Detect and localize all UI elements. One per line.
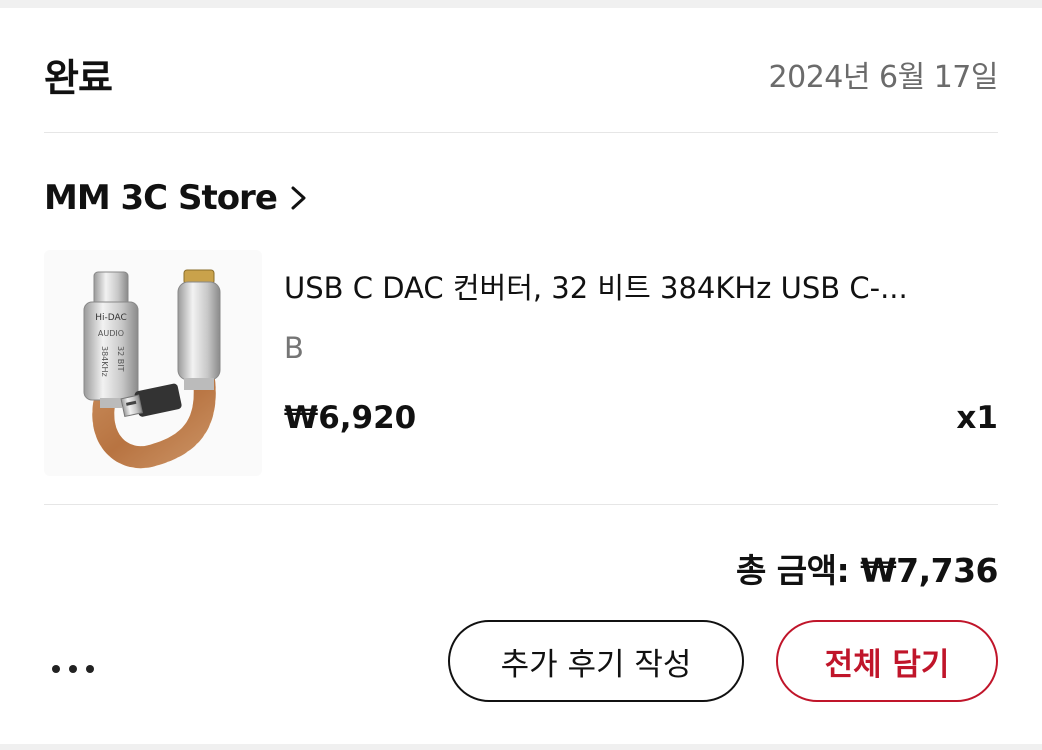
product-quantity: x1 bbox=[956, 400, 998, 436]
store-link[interactable]: MM 3C Store bbox=[44, 170, 311, 226]
add-all-to-cart-button[interactable]: 전체 담기 bbox=[776, 620, 998, 702]
dot bbox=[86, 665, 94, 673]
write-additional-review-button[interactable]: 추가 후기 작성 bbox=[448, 620, 744, 702]
product-price: ₩6,920 bbox=[284, 400, 417, 436]
divider bbox=[44, 504, 998, 505]
order-status: 완료 bbox=[44, 55, 113, 100]
store-name: MM 3C Store bbox=[44, 178, 278, 218]
product-title[interactable]: USB C DAC 컨버터, 32 비트 384KHz USB C-... bbox=[284, 266, 998, 310]
adapter-brand-text: Hi-DAC bbox=[95, 313, 127, 323]
order-date: 2024년 6월 17일 bbox=[768, 60, 999, 95]
dot bbox=[52, 665, 60, 673]
product-option: B bbox=[284, 331, 304, 365]
usb-c-dac-adapter-image: Hi-DAC AUDIO 384KHz 32 BIT bbox=[83, 269, 221, 469]
total-amount: 총 금액: ₩7,736 bbox=[735, 551, 999, 590]
chevron-right-icon bbox=[291, 186, 306, 210]
adapter-audio-text: AUDIO bbox=[98, 329, 124, 338]
product-image[interactable]: Hi-DAC AUDIO 384KHz 32 BIT bbox=[44, 250, 262, 476]
order-card: 완료 2024년 6월 17일 MM 3C Store Hi-DAC AUDIO… bbox=[0, 8, 1042, 744]
adapter-bits-text: 32 BIT bbox=[116, 346, 125, 372]
order-status-row: 완료 2024년 6월 17일 bbox=[44, 44, 999, 104]
dot bbox=[69, 665, 77, 673]
more-horizontal-icon[interactable] bbox=[52, 644, 106, 694]
divider bbox=[44, 132, 998, 133]
adapter-rate-text: 384KHz bbox=[100, 346, 109, 377]
